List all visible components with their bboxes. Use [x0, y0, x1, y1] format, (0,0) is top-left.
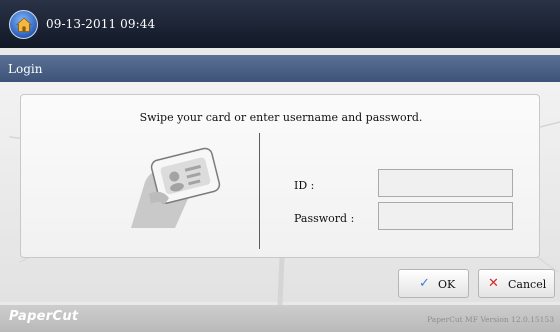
- home-icon: [15, 17, 33, 32]
- password-field[interactable]: [378, 202, 513, 230]
- password-label: Password :: [294, 212, 355, 225]
- cancel-button[interactable]: ✕ Cancel: [478, 269, 555, 298]
- instruction-text: Swipe your card or enter username and pa…: [139, 111, 423, 124]
- top-bar: 09-13-2011 09:44: [0, 0, 560, 48]
- home-button[interactable]: [9, 10, 38, 39]
- x-icon: ✕: [488, 276, 499, 291]
- footer-bar: PaperCut PaperCut MF Version 12.0.15153: [0, 305, 560, 332]
- id-field[interactable]: [378, 169, 513, 197]
- checkmark-icon: ✓: [419, 276, 430, 291]
- date-time: 09-13-2011 09:44: [46, 17, 156, 31]
- panel-divider: [259, 133, 260, 249]
- papercut-logo: PaperCut: [9, 309, 79, 324]
- title-bar: Login: [0, 55, 560, 82]
- id-label: ID :: [294, 179, 315, 192]
- version-text: PaperCut MF Version 12.0.15153: [427, 315, 554, 324]
- cancel-label: Cancel: [508, 278, 547, 291]
- card-swipe-icon: [131, 147, 221, 228]
- login-panel: Swipe your card or enter username and pa…: [20, 94, 540, 258]
- page-title: Login: [8, 62, 43, 76]
- ok-button[interactable]: ✓ OK: [398, 269, 469, 298]
- ok-label: OK: [438, 278, 456, 291]
